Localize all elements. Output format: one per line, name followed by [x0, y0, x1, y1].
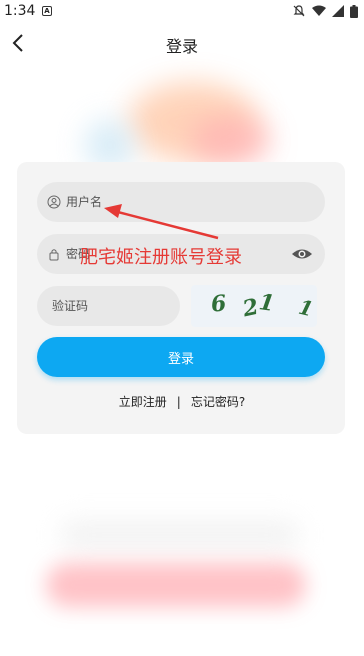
link-separator: | [176, 395, 181, 409]
annotation-text: 肥宅姬注册账号登录 [80, 247, 242, 268]
blurred-bottom-banner [46, 563, 306, 607]
signal-icon [332, 5, 344, 17]
captcha-char: 6 [209, 290, 228, 318]
annotation-arrow [104, 204, 219, 240]
wifi-icon [312, 5, 326, 16]
forgot-password-link[interactable]: 忘记密码? [191, 393, 245, 410]
login-button[interactable]: 登录 [37, 337, 325, 377]
mute-bell-icon [293, 5, 305, 17]
top-app-bar: 登录 [0, 24, 364, 64]
lock-icon [49, 249, 59, 261]
bottom-links: 立即注册 | 忘记密码? [0, 393, 364, 410]
captcha-char: 1 [257, 289, 277, 317]
captcha-field[interactable] [37, 286, 202, 326]
show-password-eye-icon[interactable] [291, 244, 313, 264]
status-icons [292, 4, 358, 18]
blurred-bottom-strip [60, 520, 300, 550]
captcha-image[interactable]: 6 2 1 1 [191, 285, 317, 327]
page-title: 登录 [165, 37, 198, 56]
app-notification-icon: A [42, 6, 52, 16]
battery-icon [350, 4, 358, 18]
blurred-logo-decoration-2 [190, 115, 270, 165]
register-link[interactable]: 立即注册 [119, 393, 167, 410]
captcha-char: 1 [296, 294, 316, 322]
status-bar: 1:34 A [0, 0, 364, 24]
captcha-input[interactable] [52, 299, 202, 313]
status-time: 1:34 [4, 3, 36, 19]
user-icon [47, 195, 61, 209]
